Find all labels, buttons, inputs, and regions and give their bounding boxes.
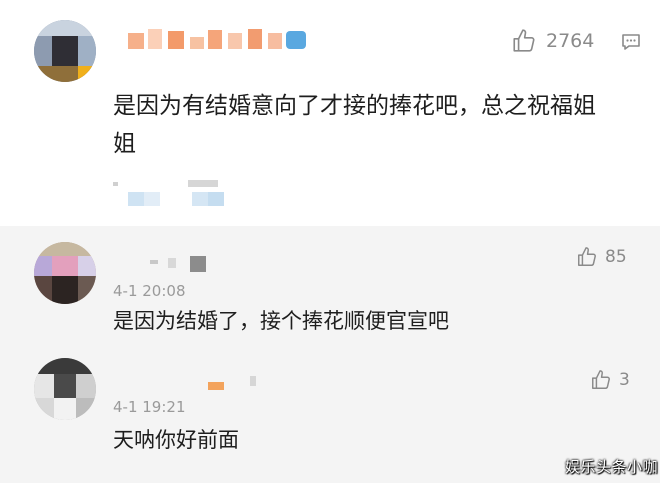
thumbs-up-icon [513,29,535,52]
reply-text: 是因为结婚了，接个捧花顺便官宣吧 [113,309,449,333]
watermark: 娱乐头条小咖 [564,458,658,476]
like-count: 85 [605,247,627,267]
like-button[interactable]: 3 [590,368,630,392]
username-blurred[interactable] [120,27,310,53]
username-blurred[interactable] [150,254,220,274]
timestamp: 4-1 20:08 [113,282,186,300]
main-comment: 2764 是因为有结婚意向了才接的捧花吧，总之祝福姐 姐 [0,0,660,226]
reply-text: 天呐你好前面 [113,428,239,452]
username-blurred[interactable] [200,374,270,396]
thumbs-up-icon [578,247,596,266]
meta-blurred [110,178,240,212]
like-button[interactable]: 2764 [511,28,594,54]
reply-icon[interactable] [620,31,642,57]
like-count: 3 [619,370,630,390]
replies-section: 85 4-1 20:08 是因为结婚了，接个捧花顺便官宣吧 3 4-1 19:2… [0,226,660,483]
avatar[interactable] [34,358,96,420]
timestamp: 4-1 19:21 [113,398,186,416]
avatar[interactable] [34,242,96,304]
like-count: 2764 [546,30,595,52]
avatar[interactable] [34,20,96,82]
thumbs-up-icon [592,370,610,389]
comment-text-line-1: 是因为有结婚意向了才接的捧花吧，总之祝福姐 [113,93,596,119]
like-button[interactable]: 85 [576,245,627,269]
comment-text-line-2: 姐 [113,131,136,157]
